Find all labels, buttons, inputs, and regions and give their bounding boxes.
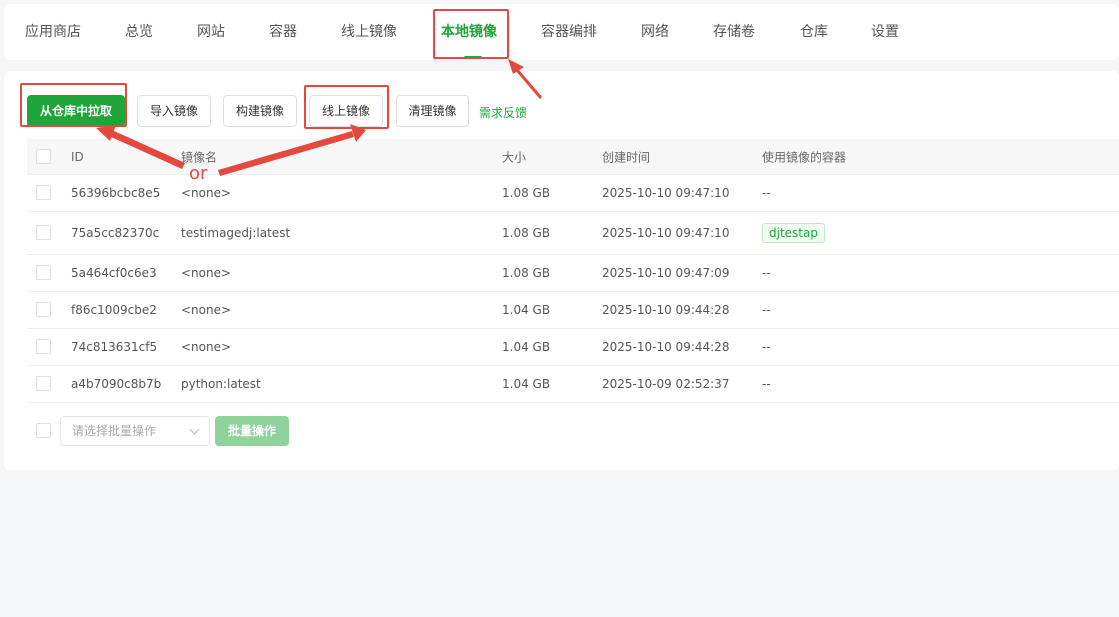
annotation-arrows [96, 59, 543, 176]
annotation-arrow-tab [508, 59, 543, 99]
annotation-arrow-pull-button [96, 125, 185, 169]
annotation-arrow-online-button [218, 124, 366, 176]
